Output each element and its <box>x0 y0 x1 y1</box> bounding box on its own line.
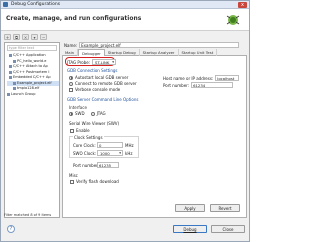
config-editor: Name: Example_project.elf Main Debugger … <box>62 42 247 218</box>
interface-row: SWD JTAG <box>69 111 106 116</box>
name-input[interactable]: Example_project.elf <box>79 42 240 48</box>
window-title: Debug Configurations <box>11 2 61 7</box>
gdb-cmdline-label: GDB Server Command Line Options <box>67 97 139 102</box>
revert-button[interactable]: Revert <box>210 204 240 212</box>
collapse-icon[interactable]: − <box>40 34 47 40</box>
misc-label: Misc <box>69 173 78 178</box>
debug-bug-icon <box>226 15 240 25</box>
window-close-button[interactable]: x <box>238 2 247 8</box>
debug-button-label: Debug <box>183 227 197 232</box>
config-icon <box>13 81 16 85</box>
debug-button[interactable]: Debug <box>173 225 207 233</box>
swv-enable-checkbox[interactable] <box>70 128 74 133</box>
tab-startup-analyzer[interactable]: Startup Analyzer <box>140 49 179 56</box>
app-icon <box>3 2 8 7</box>
swd-radio[interactable] <box>69 111 73 116</box>
chevron-down-icon: ▾ <box>112 60 115 64</box>
launch-group-icon <box>7 92 10 96</box>
port-row: Port number: 61234 <box>163 82 234 88</box>
host-row: Host name or IP address: localhost <box>163 75 240 81</box>
tab-main[interactable]: Main <box>62 49 79 56</box>
tree-item-label: Launch Group <box>11 91 36 96</box>
host-label: Host name or IP address: <box>163 75 214 81</box>
folder-icon <box>9 65 12 69</box>
name-row: Name: Example_project.elf <box>64 42 240 48</box>
gdb-option-row: Autostart local GDB server <box>69 75 128 80</box>
swd-label: SWD <box>75 111 85 116</box>
verify-flash-checkbox[interactable] <box>70 179 74 184</box>
config-icon <box>13 87 16 91</box>
tree-item[interactable]: Launch Group <box>7 92 59 98</box>
verbose-label: Verbose console mode <box>75 87 121 92</box>
debug-configurations-window: Debug Configurations x Create, manage, a… <box>0 0 250 242</box>
jtag-probe-label: JTAG Probe: <box>67 59 91 65</box>
clock-settings-label: Clock Settings <box>73 135 104 140</box>
chevron-down-icon: ▾ <box>119 151 121 155</box>
filter-icon[interactable]: ▾ <box>31 34 38 40</box>
tab-debugger[interactable]: Debugger <box>78 49 105 56</box>
autostart-label: Autostart local GDB server <box>75 75 129 80</box>
core-clock-label: Core Clock: <box>73 142 96 148</box>
core-clock-row: Core Clock: 0 MHz <box>73 142 134 148</box>
swv-port-row: Port number: 61235 <box>73 162 119 168</box>
jtag-label: JTAG <box>96 111 106 116</box>
swv-port-label: Port number: <box>73 162 100 168</box>
folder-icon <box>9 76 12 80</box>
jtag-radio[interactable] <box>90 111 95 116</box>
core-clock-unit: MHz <box>125 142 134 148</box>
jtag-probe-value: ST-LINK <box>95 60 110 65</box>
debugger-tab-content: JTAG Probe: ST-LINK ▾ GDB Connection Set… <box>62 56 247 218</box>
tab-startup-debug[interactable]: Startup Debug <box>105 49 140 56</box>
delete-icon[interactable]: × <box>22 34 29 40</box>
title-bar: Debug Configurations x <box>1 1 249 9</box>
port-input[interactable]: 61234 <box>191 82 234 88</box>
name-label: Name: <box>64 42 78 48</box>
verify-flash-row: Verify flash download <box>70 179 119 184</box>
config-toolbar: + ⧉ × ▾ − <box>4 34 84 41</box>
host-input[interactable]: localhost <box>215 75 240 81</box>
jtag-probe-select[interactable]: ST-LINK ▾ <box>92 59 117 65</box>
interface-label: Interface <box>69 105 87 110</box>
remote-label: Connect to remote GDB server <box>75 81 137 86</box>
verbose-checkbox[interactable] <box>69 87 73 92</box>
core-clock-input[interactable]: 0 <box>97 142 123 148</box>
duplicate-icon[interactable]: ⧉ <box>13 34 20 40</box>
remote-radio[interactable] <box>69 81 73 86</box>
config-tree-panel: type filter text C/C++ Application PC_he… <box>4 42 60 218</box>
jtag-probe-row: JTAG Probe: ST-LINK ▾ <box>67 59 117 65</box>
gdb-option-row: Connect to remote GDB server <box>69 81 137 86</box>
close-button[interactable]: Close <box>211 225 245 233</box>
swo-clock-label: SWO Clock: <box>73 150 97 156</box>
swo-clock-unit: kHz <box>125 150 133 156</box>
config-icon <box>13 59 16 63</box>
swo-clock-value: 1000 <box>100 151 110 156</box>
config-tabs: Main Debugger Startup Debug Startup Anal… <box>62 49 247 56</box>
filter-status: Filter matched 8 of 9 items <box>4 213 52 217</box>
folder-icon <box>9 70 12 74</box>
dialog-header: Create, manage, and run configurations <box>1 9 249 31</box>
swv-label: Serial Wire Viewer (SWV) <box>69 121 120 126</box>
verify-flash-label: Verify flash download <box>76 179 119 184</box>
filter-input[interactable]: type filter text <box>7 45 57 51</box>
swo-clock-row: SWO Clock: 1000 ▾ kHz <box>73 150 132 156</box>
folder-icon <box>9 54 12 58</box>
swv-enable-row: Enable <box>70 128 90 133</box>
apply-button[interactable]: Apply <box>175 204 205 212</box>
port-label: Port number: <box>163 82 190 88</box>
autostart-radio[interactable] <box>69 75 73 80</box>
gdb-connection-label: GDB Connection Settings <box>67 68 118 73</box>
new-config-icon[interactable]: + <box>4 34 11 40</box>
config-tree: C/C++ Application PC_hello_world.e C/C++… <box>7 53 59 97</box>
tab-startup-unit-test[interactable]: Startup Unit Test <box>179 49 218 56</box>
help-icon[interactable]: ? <box>7 225 15 233</box>
swo-clock-select[interactable]: 1000 ▾ <box>97 150 123 156</box>
swv-port-input[interactable]: 61235 <box>97 162 119 168</box>
gdb-option-row: Verbose console mode <box>69 87 120 92</box>
dialog-heading: Create, manage, and run configurations <box>6 15 142 22</box>
swv-enable-label: Enable <box>76 128 90 133</box>
